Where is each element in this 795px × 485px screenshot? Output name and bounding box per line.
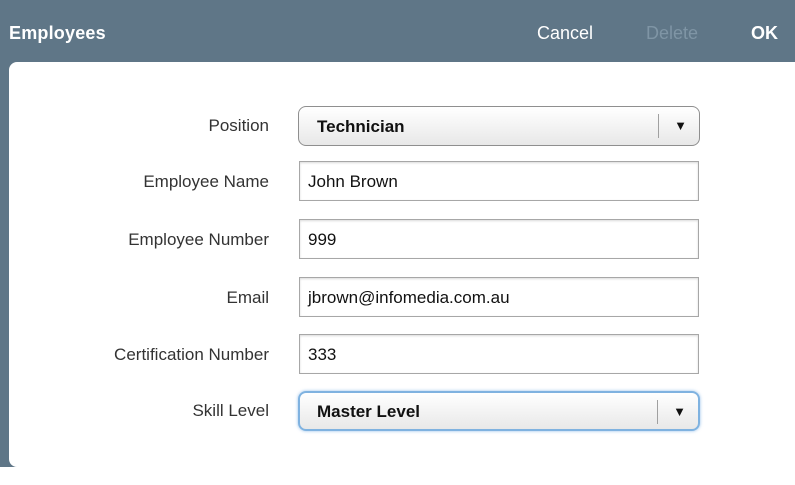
title-bar: Employees Cancel Delete OK: [0, 0, 795, 62]
certification-number-label: Certification Number: [114, 345, 269, 364]
cancel-button[interactable]: Cancel: [537, 23, 593, 44]
email-field[interactable]: jbrown@infomedia.com.au: [299, 277, 699, 317]
select-divider: [658, 114, 659, 138]
position-label: Position: [208, 116, 269, 135]
bottom-strip: [0, 467, 795, 485]
chevron-down-icon[interactable]: ▼: [674, 118, 687, 133]
select-divider: [657, 400, 658, 424]
position-value: Technician: [317, 117, 405, 136]
form-panel: Position Technician ▼ Employee Name John…: [9, 62, 795, 467]
employee-name-label: Employee Name: [143, 172, 269, 191]
employees-dialog: Employees Cancel Delete OK Position Tech…: [0, 0, 795, 485]
skill-level-value: Master Level: [317, 402, 420, 421]
employee-name-field[interactable]: John Brown: [299, 161, 699, 201]
skill-level-label: Skill Level: [192, 401, 269, 420]
employee-number-field[interactable]: 999: [299, 219, 699, 259]
email-label: Email: [226, 288, 269, 307]
certification-number-field[interactable]: 333: [299, 334, 699, 374]
delete-button: Delete: [646, 23, 699, 43]
chevron-down-icon[interactable]: ▼: [673, 404, 686, 419]
dialog-title: Employees: [9, 23, 106, 43]
skill-level-select[interactable]: Master Level ▼: [298, 391, 700, 431]
position-select[interactable]: Technician ▼: [298, 106, 700, 146]
ok-button[interactable]: OK: [751, 23, 778, 44]
employee-number-label: Employee Number: [128, 230, 269, 249]
